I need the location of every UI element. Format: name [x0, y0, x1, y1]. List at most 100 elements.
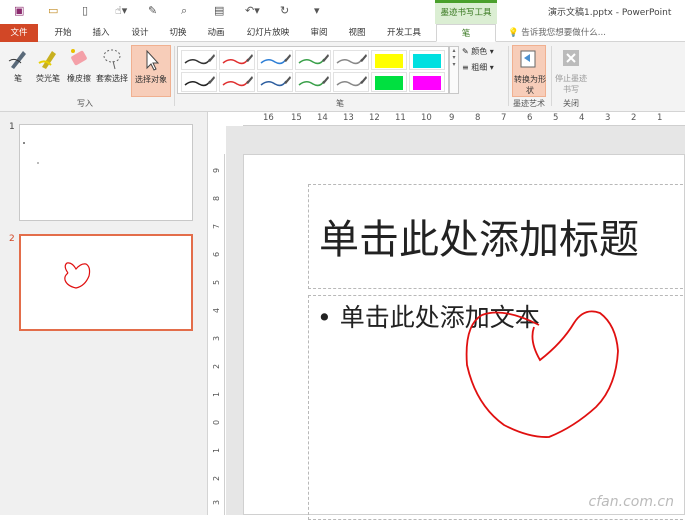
tab-slideshow[interactable]: 幻灯片放映 [240, 24, 296, 42]
group-separator [174, 46, 175, 106]
pen-stroke-icon [336, 76, 367, 87]
chevron-down-icon: ▾ [487, 63, 494, 72]
tell-me-text: 告诉我您想要做什么... [521, 28, 606, 38]
ink-color-icon: ✎ [462, 47, 472, 56]
highlighter-label: 荧光笔 [36, 74, 60, 83]
gallery-scroll[interactable]: ▴ ▾ ▾ [449, 46, 459, 94]
pen-swatch[interactable] [371, 50, 407, 70]
ruler-tick: 1 [212, 391, 222, 398]
tab-view[interactable]: 视图 [342, 24, 372, 42]
ruler-tick: 2 [212, 363, 222, 370]
group-label-ink-art: 墨迹艺术 [513, 99, 545, 108]
undo-icon[interactable]: ↶▾ [245, 4, 260, 17]
pen-swatch[interactable] [219, 72, 255, 92]
new-icon[interactable]: ▯ [82, 4, 88, 17]
ruler-tick: 1 [212, 447, 222, 454]
pen-stroke-icon [336, 54, 367, 65]
open-icon[interactable]: ▭ [48, 4, 58, 17]
ink-tool-icon[interactable]: ✎ [148, 4, 157, 17]
pen-swatch[interactable] [181, 50, 217, 70]
redo-icon[interactable]: ↻ [280, 4, 289, 17]
chevron-down-icon: ▾ [487, 47, 494, 56]
pen-icon [4, 47, 32, 73]
ruler-tick: 5 [212, 279, 222, 286]
lasso-select-label: 套索选择 [96, 74, 128, 83]
ruler-tick: 8 [212, 195, 222, 202]
eraser-label: 橡皮擦 [67, 74, 91, 83]
horizontal-ruler: 16 15 14 13 12 11 10 9 8 7 6 5 4 3 2 1 [243, 112, 685, 126]
title-bar: ▣ ▭ ▯ ☝▾ ✎ ⌕ ▤ ↶▾ ↻ ▾ 墨迹书写工具 演示文稿1.pptx … [0, 0, 685, 24]
cursor-icon [132, 48, 170, 74]
group-label-write: 写入 [77, 99, 93, 108]
preview-icon[interactable]: ⌕ [181, 4, 187, 18]
pen-button[interactable]: 笔 [4, 45, 32, 97]
ruler-tick: 6 [212, 251, 222, 258]
watermark: cfan.com.cn [588, 494, 674, 510]
pen-swatch[interactable] [333, 72, 369, 92]
ink-weight-dropdown[interactable]: ≡ 粗细 ▾ [462, 62, 506, 78]
tab-home[interactable]: 开始 [48, 24, 78, 42]
pen-swatch[interactable] [295, 50, 331, 70]
close-icon [552, 47, 590, 73]
ink-heart-drawing[interactable] [244, 155, 685, 516]
customize-qat-icon[interactable]: ▾ [314, 4, 320, 17]
ink-color-label: 颜色 [471, 47, 488, 56]
tell-me-box[interactable]: 💡 告诉我您想要做什么... [508, 24, 606, 42]
ruler-tick: 7 [501, 113, 507, 123]
tab-animations[interactable]: 动画 [201, 24, 231, 42]
slideshow-icon[interactable]: ▤ [214, 4, 224, 17]
ruler-tick: 2 [212, 475, 222, 482]
tab-insert[interactable]: 插入 [86, 24, 116, 42]
slide-thumbnail-1[interactable] [19, 124, 193, 221]
group-label-pens: 笔 [336, 99, 344, 108]
tab-transitions[interactable]: 切换 [163, 24, 193, 42]
convert-to-shape-label: 转换为形状 [514, 75, 546, 95]
ruler-tick: 16 [263, 113, 274, 123]
tab-review[interactable]: 审阅 [304, 24, 334, 42]
lasso-icon [94, 47, 130, 73]
pen-swatch[interactable] [371, 72, 407, 92]
pen-stroke-icon [222, 76, 253, 87]
tab-design[interactable]: 设计 [125, 24, 155, 42]
ruler-tick: 15 [291, 113, 302, 123]
tab-pen[interactable]: 笔 [436, 24, 496, 42]
pen-stroke-icon [298, 54, 329, 65]
ruler-tick: 10 [421, 113, 432, 123]
ruler-tick: 8 [475, 113, 481, 123]
ruler-tick: 7 [212, 223, 222, 230]
ruler-tick: 12 [369, 113, 380, 123]
pen-stroke-icon [260, 76, 291, 87]
tab-file[interactable]: 文件 [0, 24, 38, 42]
slide-thumbnail-2[interactable] [19, 234, 193, 331]
pen-swatch[interactable] [295, 72, 331, 92]
save-icon[interactable]: ▣ [14, 4, 24, 17]
pen-swatch[interactable] [257, 72, 293, 92]
slide-number: 1 [9, 122, 15, 132]
tab-developer[interactable]: 开发工具 [380, 24, 428, 42]
pen-stroke-icon [184, 54, 215, 65]
stop-inking-button[interactable]: 停止墨迹书写 [552, 45, 590, 97]
pen-swatch[interactable] [409, 50, 445, 70]
pen-swatch[interactable] [219, 50, 255, 70]
lasso-select-button[interactable]: 套索选择 [94, 45, 130, 97]
thumbnail-pane: 1 2 [0, 112, 208, 515]
pen-swatch[interactable] [409, 72, 445, 92]
ruler-tick: 9 [212, 167, 222, 174]
eraser-button[interactable]: 橡皮擦 [64, 45, 94, 97]
ink-color-dropdown[interactable]: ✎ 颜色 ▾ [462, 46, 506, 62]
slide-canvas[interactable]: 单击此处添加标题 • 单击此处添加文本 cfan.com.cn [243, 154, 685, 520]
convert-to-shape-button[interactable]: 转换为形状 [512, 45, 546, 97]
pen-swatch[interactable] [181, 72, 217, 92]
pen-swatch[interactable] [333, 50, 369, 70]
ruler-tick: 5 [553, 113, 559, 123]
ruler-tick: 14 [317, 113, 328, 123]
touch-mode-icon[interactable]: ☝▾ [115, 4, 127, 17]
stop-inking-label: 停止墨迹书写 [555, 74, 587, 94]
window-title: 演示文稿1.pptx - PowerPoint [548, 8, 672, 18]
pen-swatch[interactable] [257, 50, 293, 70]
slide-number: 2 [9, 234, 15, 244]
ruler-tick: 3 [605, 113, 611, 123]
pen-stroke-icon [298, 76, 329, 87]
highlighter-button[interactable]: 荧光笔 [32, 45, 64, 97]
select-objects-button[interactable]: 选择对象 [131, 45, 171, 97]
